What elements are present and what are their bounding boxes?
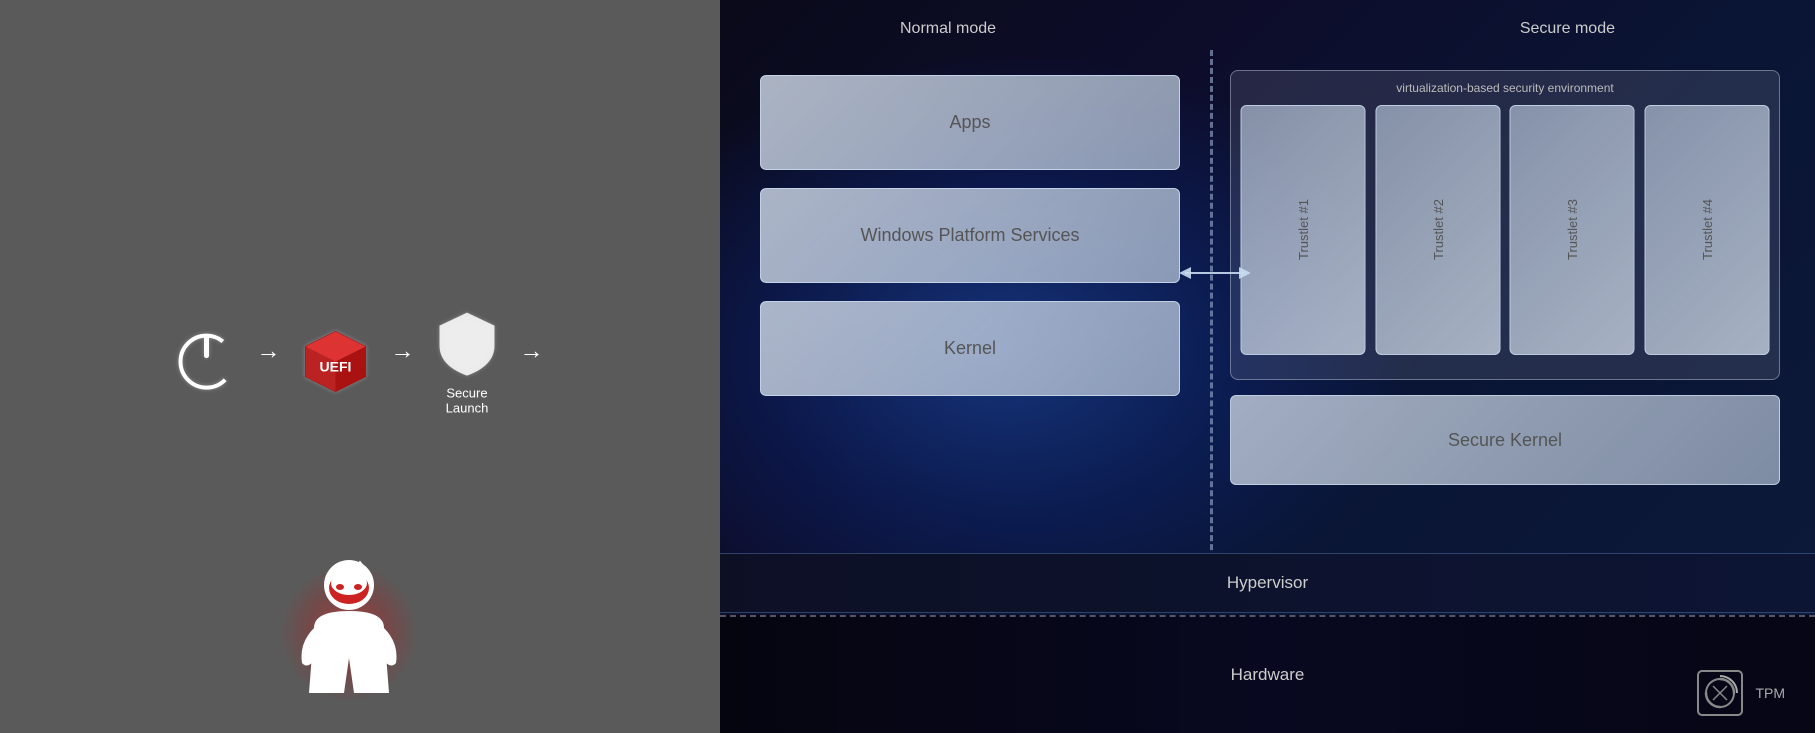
rp-inner: Normal mode Secure mode Apps Windows Pla…: [720, 0, 1815, 733]
uefi-icon-container: UEFI: [301, 326, 371, 396]
shield-icon: [435, 307, 500, 377]
secure-mode-label: Secure mode: [1520, 20, 1615, 38]
attacker-figure: [294, 553, 404, 708]
svg-text:UEFI: UEFI: [320, 358, 352, 374]
secure-kernel-box: Secure Kernel: [1230, 395, 1780, 485]
shield-icon-container: Secure Launch: [435, 307, 500, 415]
wps-box: Windows Platform Services: [760, 188, 1180, 283]
boot-flow: → UEFI → Secure Launch: [177, 307, 544, 415]
tpm-container: TPM: [1695, 668, 1785, 718]
normal-mode-label: Normal mode: [900, 20, 996, 38]
kernel-arrow: [1180, 263, 1250, 283]
trustlet-2: Trustlet #2: [1376, 105, 1501, 355]
attacker-arrow: ↑: [355, 555, 365, 578]
arrow-2: →: [391, 337, 415, 365]
arrow-1: →: [257, 337, 281, 365]
secure-launch-label: Secure Launch: [435, 385, 500, 415]
kernel-box: Kernel: [760, 301, 1180, 396]
vbs-label: virtualization-based security environmen…: [1241, 81, 1769, 95]
arrow-3: →: [520, 337, 544, 365]
left-panel: → UEFI → Secure Launch: [0, 0, 720, 733]
trustlet-1: Trustlet #1: [1241, 105, 1366, 355]
tpm-label: TPM: [1755, 685, 1785, 701]
apps-box: Apps: [760, 75, 1180, 170]
trustlets-row: Trustlet #1 Trustlet #2 Trustlet #3 Trus…: [1241, 105, 1769, 355]
right-panel: Normal mode Secure mode Apps Windows Pla…: [720, 0, 1815, 733]
trustlet-3: Trustlet #3: [1510, 105, 1635, 355]
kernel-link-arrow: [1180, 263, 1250, 283]
vbs-box: virtualization-based security environmen…: [1230, 70, 1780, 380]
trustlet-4: Trustlet #4: [1645, 105, 1770, 355]
attacker-container: [294, 553, 404, 713]
power-icon-container: [177, 331, 237, 391]
tpm-icon: [1695, 668, 1745, 718]
hardware-bar: Hardware TPM: [720, 615, 1815, 733]
hypervisor-bar: Hypervisor: [720, 553, 1815, 613]
uefi-icon: UEFI: [301, 326, 371, 396]
power-icon: [177, 331, 237, 391]
